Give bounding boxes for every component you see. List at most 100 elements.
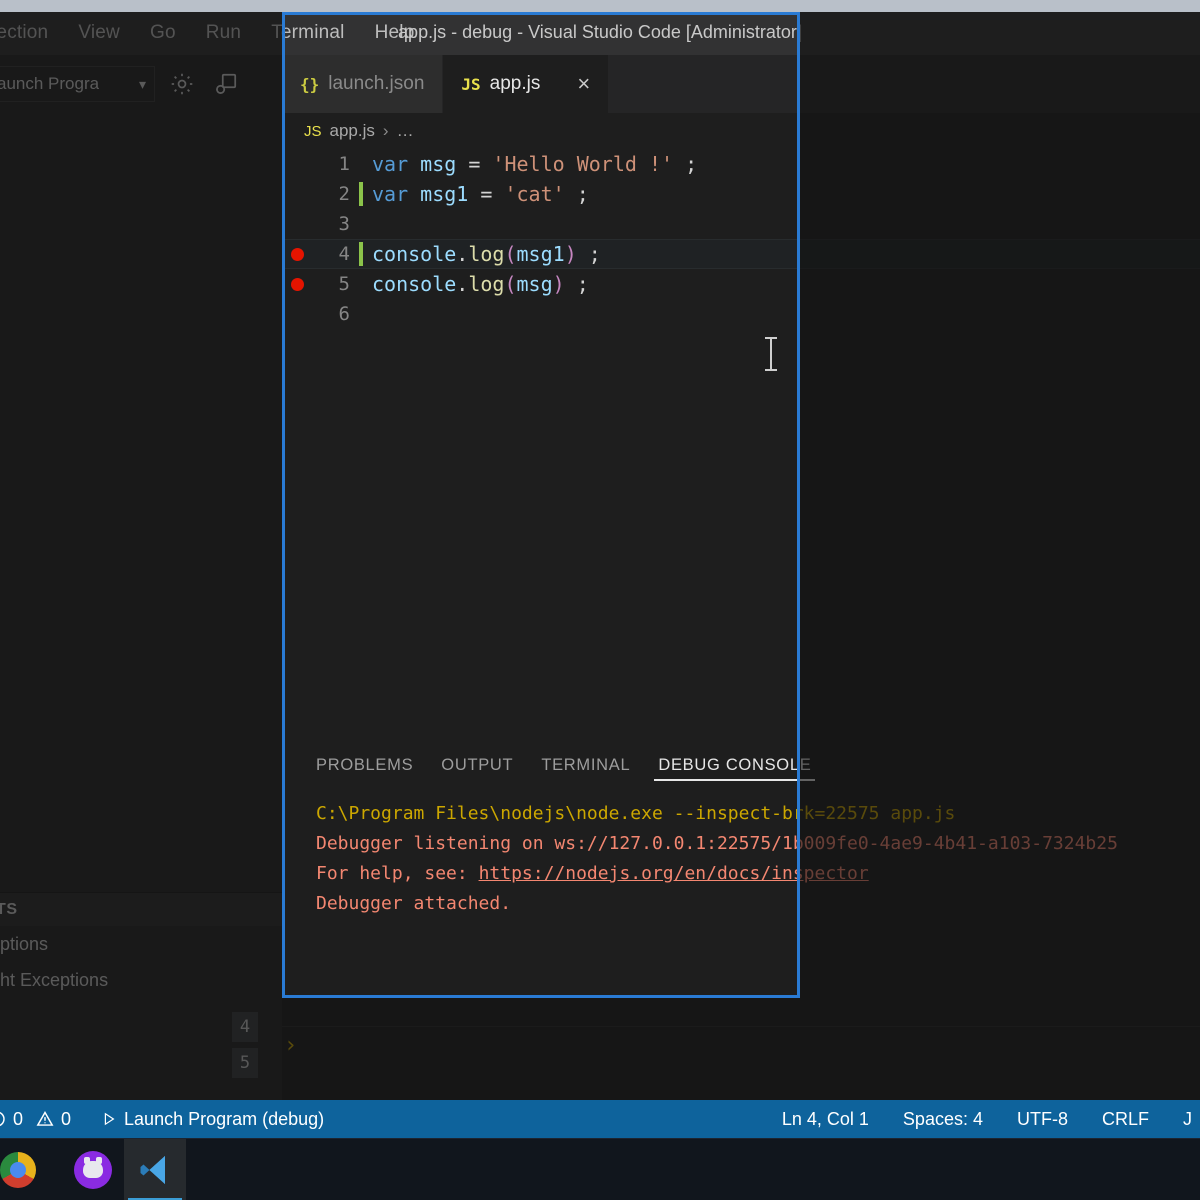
console-link[interactable]: https://nodejs.org/en/docs/inspector xyxy=(479,863,869,884)
code-token: ) xyxy=(564,242,577,266)
breakpoints-section-header[interactable]: TS xyxy=(0,892,282,926)
debug-console-input[interactable]: › xyxy=(282,1026,1200,1064)
title-bar: lectionViewGoRunTerminalHelp app.js - de… xyxy=(0,10,1200,55)
menu-item-terminal[interactable]: Terminal xyxy=(269,19,346,47)
windows-taskbar xyxy=(0,1138,1200,1200)
vscode-logo-icon xyxy=(140,1155,165,1184)
launch-configuration-dropdown[interactable]: aunch Progra ▾ xyxy=(0,66,155,102)
code-token: msg xyxy=(516,272,553,296)
code-line[interactable]: 6 xyxy=(282,299,1200,329)
github-desktop-taskbar-icon[interactable] xyxy=(62,1139,124,1200)
code-token: ; xyxy=(576,242,601,266)
code-line-text: console.log(msg) ; xyxy=(372,272,589,296)
breakpoint-list-item[interactable]: ght Exceptions xyxy=(0,962,282,998)
modified-line-indicator xyxy=(350,182,372,206)
line-number: 2 xyxy=(338,183,350,205)
editor-tab-app-js[interactable]: JS app.js × xyxy=(443,55,610,113)
close-icon[interactable]: × xyxy=(577,73,590,95)
debug-toolbar: aunch Progra ▾ xyxy=(0,55,282,113)
panel-tab-debug-console[interactable]: DEBUG CONSOLE xyxy=(644,741,825,789)
status-language-mode[interactable]: J xyxy=(1183,1109,1192,1130)
code-token: . xyxy=(456,272,469,296)
error-circle-icon xyxy=(0,1111,5,1127)
chevron-down-icon: ▾ xyxy=(138,75,146,92)
code-editor[interactable]: 1 var msg = 'Hello World !' ; 2 var msg1 = … xyxy=(282,149,1200,757)
code-token: log xyxy=(468,242,505,266)
status-cursor-position[interactable]: Ln 4, Col 1 xyxy=(782,1109,869,1130)
menu-item-run[interactable]: Run xyxy=(204,19,243,47)
console-line: Debugger listening on ws://127.0.0.1:225… xyxy=(316,833,1118,854)
menu-item-view[interactable]: View xyxy=(76,19,122,47)
octocat-logo-icon xyxy=(74,1150,112,1189)
code-token: msg xyxy=(420,152,457,176)
editor-tab-launch-json[interactable]: {} launch.json xyxy=(282,55,444,113)
line-number: 5 xyxy=(338,273,350,295)
editor-tab-bar: {} launch.json JS app.js × xyxy=(282,55,1200,113)
breadcrumb-symbols[interactable]: … xyxy=(397,121,415,141)
code-token: 'cat' xyxy=(504,182,565,206)
code-token: = xyxy=(468,182,505,206)
breakpoint-line-number: 5 xyxy=(232,1048,258,1078)
code-token: . xyxy=(456,242,469,266)
launch-configuration-label: aunch Progra xyxy=(0,74,100,93)
code-line[interactable]: 5 console.log(msg) ; xyxy=(282,269,1200,299)
gear-icon[interactable] xyxy=(165,67,199,101)
code-token: msg1 xyxy=(420,182,469,206)
breakpoint-dot-icon[interactable] xyxy=(290,247,304,261)
code-token: ) xyxy=(552,272,565,296)
status-indentation[interactable]: Spaces: 4 xyxy=(903,1109,983,1130)
console-line: Debugger attached. xyxy=(316,893,512,914)
play-icon xyxy=(104,1112,115,1126)
code-line[interactable]: 2 var msg1 = 'cat' ; xyxy=(282,179,1200,209)
status-bar: 0 0 Launch Program (debug) Ln 4, Col 1 S… xyxy=(0,1100,1200,1138)
vscode-taskbar-icon[interactable] xyxy=(124,1138,186,1200)
menu-item-lection[interactable]: lection xyxy=(0,19,50,47)
status-eol[interactable]: CRLF xyxy=(1102,1109,1149,1130)
code-token: ( xyxy=(504,272,517,296)
panel-tab-output[interactable]: OUTPUT xyxy=(427,741,527,789)
chrome-logo-icon xyxy=(0,1151,36,1188)
menu-item-help[interactable]: Help xyxy=(373,19,417,47)
breakpoint-line-number: 4 xyxy=(232,1012,258,1042)
line-number: 3 xyxy=(338,213,350,235)
js-file-icon: JS xyxy=(461,74,481,94)
vscode-window: lectionViewGoRunTerminalHelp app.js - de… xyxy=(0,0,1200,1200)
code-token: ; xyxy=(564,182,589,206)
status-launch-config[interactable]: Launch Program (debug) xyxy=(101,1109,324,1130)
debug-sidebar: aunch Progra ▾ TS ept xyxy=(0,55,282,1158)
breakpoint-gutter[interactable] xyxy=(282,277,312,291)
line-number: 4 xyxy=(338,243,350,265)
chrome-taskbar-icon[interactable] xyxy=(0,1139,62,1200)
breadcrumb-file[interactable]: app.js xyxy=(330,121,375,141)
breakpoint-dot-icon[interactable] xyxy=(290,277,304,291)
code-token: console xyxy=(372,242,457,266)
breakpoint-list-item[interactable]: eptions xyxy=(0,926,282,962)
menu-item-go[interactable]: Go xyxy=(148,19,178,47)
editor-area: {} launch.json JS app.js × JS app.js › … 1 va… xyxy=(282,55,1200,1100)
code-line[interactable]: 3 xyxy=(282,209,1200,239)
console-line: For help, see: https://nodejs.org/en/doc… xyxy=(316,863,869,884)
breakpoint-gutter[interactable] xyxy=(282,247,312,261)
status-encoding[interactable]: UTF-8 xyxy=(1017,1109,1068,1130)
breakpoint-line-numbers: 45 xyxy=(232,1012,282,1084)
debug-console-output: C:\Program Files\nodejs\node.exe --inspe… xyxy=(282,789,1200,919)
code-token: msg1 xyxy=(516,242,565,266)
breadcrumb-separator: › xyxy=(382,121,389,140)
open-debug-config-icon[interactable] xyxy=(209,67,243,101)
code-line[interactable]: 1 var msg = 'Hello World !' ; xyxy=(282,149,1200,179)
console-line: C:\Program Files\nodejs\node.exe --inspe… xyxy=(316,803,956,824)
code-token: ; xyxy=(673,152,698,176)
panel-tab-problems[interactable]: PROBLEMS xyxy=(302,741,427,789)
status-problems[interactable]: 0 0 xyxy=(0,1109,71,1130)
panel-tab-terminal[interactable]: TERMINAL xyxy=(527,741,644,789)
breadcrumb: JS app.js › … xyxy=(282,113,1200,149)
line-number: 6 xyxy=(338,303,350,325)
modified-line-indicator xyxy=(350,242,372,266)
line-number: 1 xyxy=(338,153,350,175)
code-line[interactable]: 4 console.log(msg1) ; xyxy=(282,239,1200,269)
text-cursor-icon xyxy=(765,337,777,371)
code-token: ; xyxy=(564,272,589,296)
code-token: ( xyxy=(504,242,517,266)
warning-triangle-icon xyxy=(36,1111,54,1126)
